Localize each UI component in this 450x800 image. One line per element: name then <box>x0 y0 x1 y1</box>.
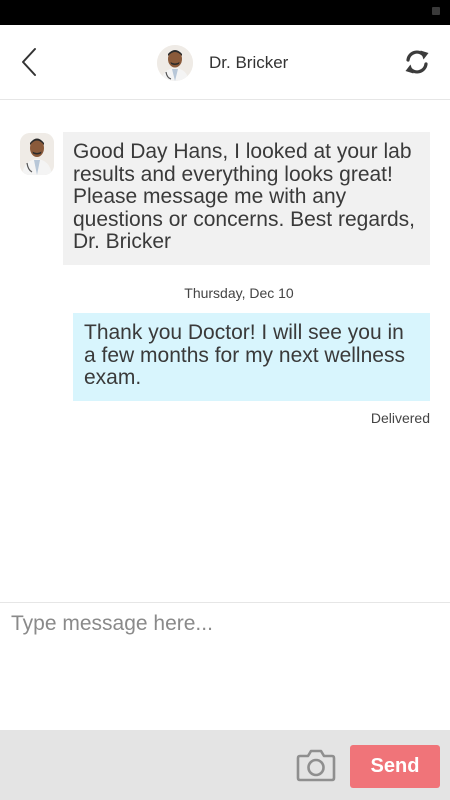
composer <box>0 602 450 730</box>
message-thread[interactable]: Good Day Hans, I looked at your lab resu… <box>0 100 450 602</box>
doctor-avatar-icon <box>157 45 193 81</box>
contact-info: Dr. Bricker <box>157 45 288 81</box>
camera-icon <box>296 749 336 782</box>
message-input[interactable] <box>0 603 450 730</box>
chevron-left-icon <box>22 48 36 76</box>
avatar <box>157 45 193 81</box>
message-date: Thursday, Dec 10 <box>184 285 294 301</box>
incoming-message-bubble: Good Day Hans, I looked at your lab resu… <box>63 132 430 265</box>
back-button[interactable] <box>10 42 50 82</box>
chat-screen: Dr. Bricker Good Day Hans, I looked at y… <box>0 0 450 800</box>
refresh-icon <box>405 50 429 74</box>
bottom-bar: Send <box>0 730 450 800</box>
refresh-button[interactable] <box>402 46 432 78</box>
chat-header: Dr. Bricker <box>0 25 450 100</box>
doctor-avatar-icon <box>20 133 54 175</box>
status-bar <box>0 0 450 25</box>
sender-avatar <box>20 133 54 175</box>
status-indicator-icon <box>432 7 440 15</box>
delivery-status: Delivered <box>370 410 430 426</box>
send-button[interactable]: Send <box>350 745 440 788</box>
contact-name: Dr. Bricker <box>209 53 289 72</box>
outgoing-message-bubble: Thank you Doctor! I will see you in a fe… <box>73 313 430 401</box>
camera-button[interactable] <box>296 748 336 782</box>
